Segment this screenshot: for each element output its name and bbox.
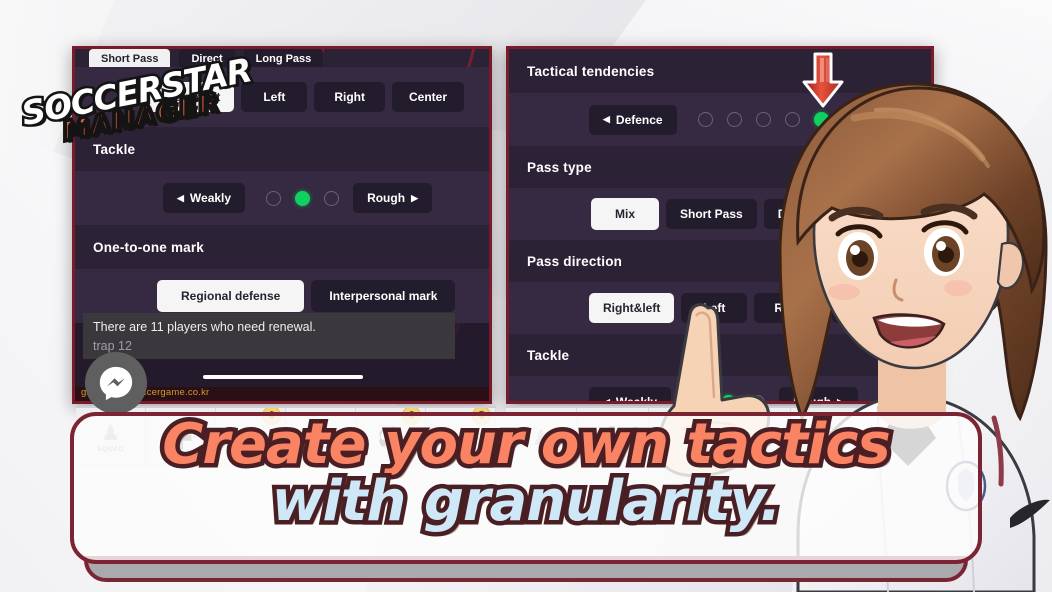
pass-direction-option-center[interactable]: Center — [391, 82, 464, 112]
pass-direction-header: Pass direction — [509, 240, 931, 282]
messenger-bubble-glyph — [99, 366, 133, 401]
pass-type-label: Pass type — [527, 159, 592, 175]
one-to-one-mark-label: One-to-one mark — [93, 239, 205, 255]
pass-type-option-mix[interactable]: Mix — [591, 198, 660, 230]
pass-type-header: Pass type — [509, 146, 931, 188]
tendency-dot-2[interactable] — [755, 112, 771, 127]
pass-type-option-long[interactable]: Long Pass — [832, 199, 922, 229]
tackle-rough-button[interactable]: Rough — [779, 387, 858, 401]
toast-line-1: There are 11 players who need renewal. — [93, 320, 316, 335]
toast-line-2: trap 12 — [93, 339, 132, 354]
tackle-slider[interactable]: Weakly Rough — [75, 171, 489, 225]
one-to-one-mark-header: One-to-one mark — [75, 225, 489, 269]
tackle-label: Tackle — [93, 141, 136, 157]
tendency-dot-3[interactable] — [784, 112, 800, 127]
regional-defense-button[interactable]: Regional defense — [157, 280, 305, 312]
pass-direction-option-center[interactable]: Center — [831, 293, 904, 323]
tackle-weakly-button[interactable]: Weakly — [163, 183, 246, 213]
tactical-tendencies-label: Tactical tendencies — [527, 63, 655, 79]
toast-notification: There are 11 players who need renewal. t… — [83, 313, 455, 359]
attack-button[interactable]: Attack — [842, 104, 921, 135]
pass-type-options[interactable]: Mix Short Pass Direct Long Pass — [509, 188, 931, 240]
tendency-dots[interactable] — [697, 112, 829, 127]
defence-button[interactable]: Defence — [589, 104, 677, 135]
caption-banner — [70, 412, 982, 564]
tactical-tendencies-header: Tactical tendencies — [509, 49, 931, 93]
down-arrow-icon — [802, 52, 844, 108]
pass-direction-label: Pass direction — [527, 253, 623, 269]
pass-type-options-clipped[interactable]: Short Pass Direct Long Pass — [75, 49, 489, 67]
pass-direction-option-right[interactable]: Right — [314, 82, 385, 112]
tackle-dots[interactable] — [266, 190, 340, 206]
messenger-icon[interactable] — [85, 352, 147, 414]
tendency-dot-0[interactable] — [697, 112, 713, 127]
tackle-dot-1[interactable] — [295, 190, 311, 206]
tendency-dot-1[interactable] — [726, 112, 742, 127]
tendency-dot-4[interactable] — [813, 112, 829, 127]
tactical-tendencies-slider[interactable]: Defence Attack — [509, 93, 931, 146]
pass-type-option-direct[interactable]: Direct — [763, 199, 826, 229]
scroll-indicator[interactable] — [203, 375, 363, 379]
pass-type-option[interactable]: Long Pass — [243, 49, 324, 67]
pass-type-option-short[interactable]: Short Pass — [666, 199, 757, 229]
tackle-rough-button[interactable]: Rough — [353, 183, 432, 213]
tackle-label: Tackle — [527, 347, 570, 363]
pass-type-option[interactable]: Short Pass — [89, 49, 171, 67]
interpersonal-mark-button[interactable]: Interpersonal mark — [311, 280, 456, 312]
tackle-dot-2[interactable] — [324, 190, 340, 206]
tackle-dot-0[interactable] — [266, 190, 282, 206]
